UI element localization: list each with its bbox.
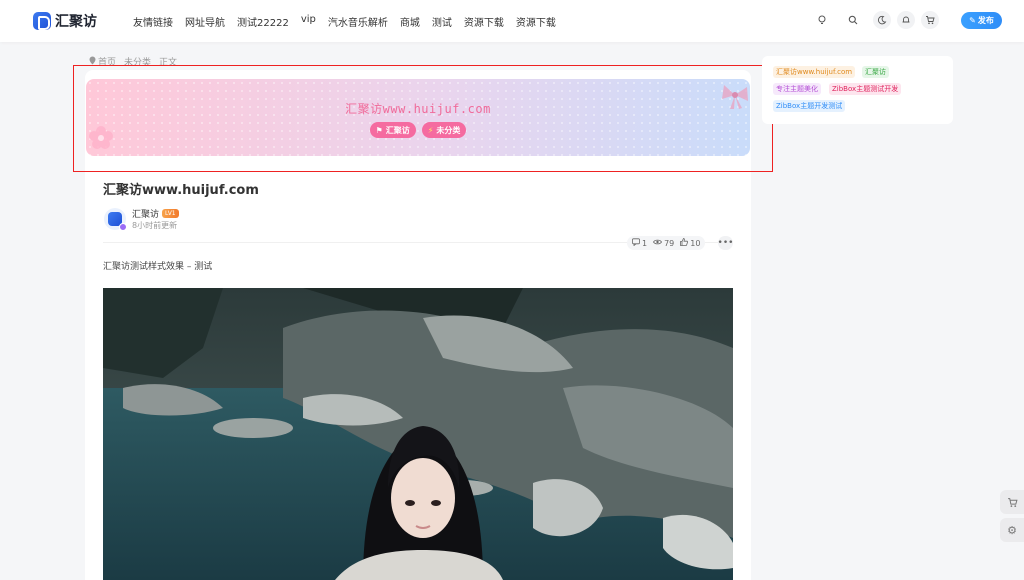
verified-badge-icon [119,223,127,231]
gear-icon: ⚙ [1007,523,1017,537]
selection-highlight-box [73,65,773,172]
logo-icon [33,12,51,30]
comment-count: 1 [642,238,648,248]
publish-button[interactable]: ✎ 发布 [961,12,1002,29]
pencil-icon: ✎ [969,16,976,25]
publish-label: 发布 [977,16,994,25]
cart-icon[interactable] [921,11,939,29]
author-info: 汇聚访 LV1 [132,207,179,220]
nav-item-vip[interactable]: vip [301,14,316,29]
eye-icon [653,238,663,248]
post-title: 汇聚访www.huijuf.com [103,183,259,198]
like-count: 10 [690,238,701,248]
view-count: 79 [664,238,675,248]
search-icon[interactable] [844,11,862,29]
sidebar-tag-huijuf-www[interactable]: 汇聚访www.huijuf.com [773,66,856,78]
sidebar-tag-cloud: 汇聚访www.huijuf.com 汇聚访 专注主题美化 ZibBox主题测试开… [762,56,953,124]
nav-item-test[interactable]: 测试 [432,14,452,29]
top-header: 汇聚访 友情链接 网址导航 测试22222 vip 汽水音乐解析 商城 测试 资… [0,0,1024,42]
comment-icon [632,238,640,248]
header-actions [813,11,939,29]
sidebar-tag-zibbox-dev-test[interactable]: ZibBox主题开发测试 [773,100,846,112]
nav-item-downloads-2[interactable]: 资源下载 [516,14,556,29]
post-stats: 1 79 10 [627,236,706,250]
nav-item-music-parse[interactable]: 汽水音乐解析 [328,14,388,29]
thumbs-up-icon[interactable] [680,238,689,248]
level-badge: LV1 [162,209,179,218]
author-name[interactable]: 汇聚访 [132,207,159,220]
sidebar-tag-zibbox-test-dev[interactable]: ZibBox主题测试开发 [829,83,902,95]
nav-item-downloads[interactable]: 资源下载 [464,14,504,29]
logo-text: 汇聚访 [55,14,97,30]
lightbulb-icon[interactable] [813,11,831,29]
sidebar-tag-theme-beautify[interactable]: 专注主题美化 [773,83,821,95]
nav-item-site-nav[interactable]: 网址导航 [185,14,225,29]
nav-item-test22222[interactable]: 测试22222 [237,14,289,29]
floating-settings-button[interactable]: ⚙ [1000,518,1024,542]
article-photo [103,288,733,580]
photo-illustration [103,288,733,580]
main-nav: 友情链接 网址导航 测试22222 vip 汽水音乐解析 商城 测试 资源下载 … [133,14,568,29]
floating-cart-button[interactable] [1000,490,1024,514]
post-excerpt: 汇聚访测试样式效果 – 测试 [103,262,213,272]
nav-item-shop[interactable]: 商城 [400,14,420,29]
dark-mode-moon-icon[interactable] [873,11,891,29]
cart-icon [1007,497,1018,507]
nav-item-friend-links[interactable]: 友情链接 [133,14,173,29]
more-options-icon[interactable]: ••• [718,236,733,250]
updated-time: 8小时前更新 [132,221,178,230]
site-logo[interactable]: 汇聚访 [33,11,97,31]
avatar[interactable] [104,208,127,231]
sidebar-tag-huijuf[interactable]: 汇聚访 [862,66,889,78]
bell-icon[interactable] [897,11,915,29]
